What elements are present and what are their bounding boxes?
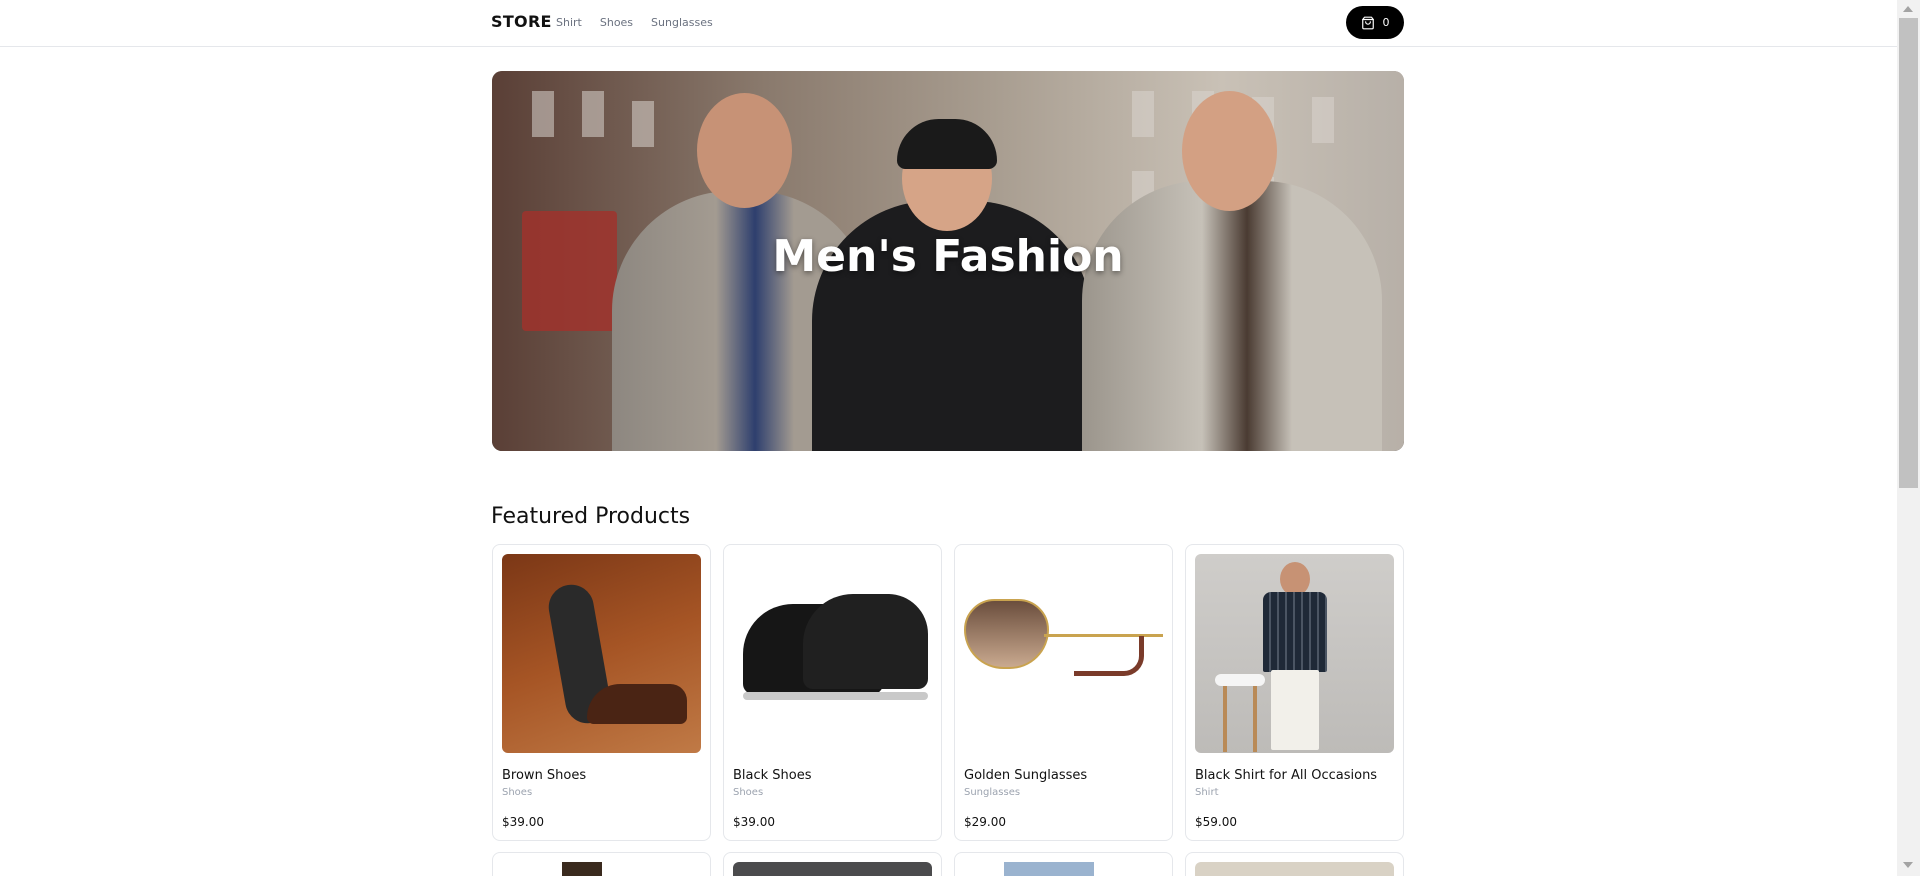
scrollbar-thumb[interactable] (1899, 18, 1918, 488)
product-image-brown-shoes (502, 554, 701, 753)
shopping-bag-icon (1361, 16, 1374, 29)
product-name: Black Shirt for All Occasions (1195, 768, 1378, 783)
cart-button[interactable]: 0 (1346, 6, 1404, 39)
featured-products-title: Featured Products (491, 504, 691, 529)
product-price: $59.00 (1195, 815, 1237, 829)
product-name: Golden Sunglasses (964, 768, 1088, 783)
product-price: $39.00 (502, 815, 544, 829)
product-name: Brown Shoes (502, 768, 587, 783)
product-image (964, 862, 1163, 876)
product-card-black-shirt[interactable]: Black Shirt for All Occasions Shirt $59.… (1185, 544, 1404, 841)
scroll-down-arrow-icon[interactable] (1903, 862, 1913, 868)
product-category: Shirt (1195, 787, 1219, 798)
product-category: Shoes (733, 787, 764, 798)
product-name: Black Shoes (733, 768, 812, 783)
scroll-up-arrow-icon[interactable] (1903, 6, 1913, 12)
hero-banner: Men's Fashion (492, 71, 1404, 451)
cart-count: 0 (1382, 16, 1390, 29)
product-card-brown-shoes[interactable]: Brown Shoes Shoes $39.00 (492, 544, 711, 841)
product-category: Sunglasses (964, 787, 1021, 798)
hero-person-right (1082, 181, 1382, 451)
product-card-partial-4[interactable] (1185, 852, 1404, 876)
product-category: Shoes (502, 787, 533, 798)
product-card-black-shoes[interactable]: Black Shoes Shoes $39.00 (723, 544, 942, 841)
category-nav: Shirt Shoes Sunglasses (556, 16, 713, 29)
product-card-partial-3[interactable] (954, 852, 1173, 876)
hero-title: Men's Fashion (772, 231, 1124, 282)
product-card-golden-sunglasses[interactable]: Golden Sunglasses Sunglasses $29.00 (954, 544, 1173, 841)
product-image (733, 862, 932, 876)
product-image-black-shirt (1195, 554, 1394, 753)
top-navbar: STORE Shirt Shoes Sunglasses 0 (0, 0, 1897, 47)
nav-link-shirt[interactable]: Shirt (556, 16, 582, 29)
product-card-partial-2[interactable] (723, 852, 942, 876)
nav-link-shoes[interactable]: Shoes (600, 16, 633, 29)
product-image-black-shoes (733, 554, 932, 753)
product-image-golden-sunglasses (964, 554, 1163, 753)
product-price: $39.00 (733, 815, 775, 829)
product-image (502, 862, 701, 876)
product-card-partial-1[interactable] (492, 852, 711, 876)
nav-link-sunglasses[interactable]: Sunglasses (651, 16, 713, 29)
product-price: $29.00 (964, 815, 1006, 829)
store-logo[interactable]: STORE (491, 12, 552, 31)
product-image (1195, 862, 1394, 876)
